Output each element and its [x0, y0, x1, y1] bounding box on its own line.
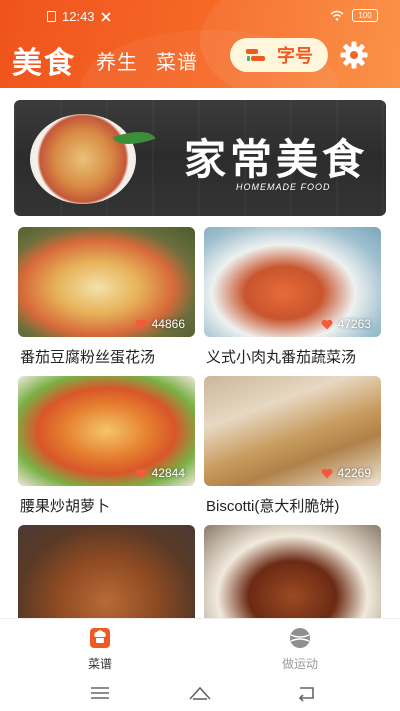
font-size-button[interactable]: 字号 — [230, 38, 328, 72]
food-bowl-image — [30, 114, 136, 204]
banner-title: 家常美食 — [184, 135, 369, 184]
font-size-icon — [246, 49, 265, 61]
settings-button[interactable] — [337, 38, 371, 72]
recipe-title[interactable]: Biscotti(意大利脆饼) — [206, 495, 383, 516]
app-screen: 12:43 100 美食 养生 菜谱 字号 家常美食 HOMEMADE FOOD… — [0, 0, 400, 711]
nav-label: 菜谱 — [87, 657, 112, 671]
menu-icon[interactable] — [88, 684, 112, 702]
font-size-label: 字号 — [277, 46, 313, 66]
like-number: 42844 — [151, 466, 185, 480]
recipe-card[interactable]: 42844 — [18, 376, 195, 486]
recipe-card[interactable] — [18, 525, 195, 618]
battery-icon: 100 — [352, 9, 378, 22]
bottom-navigation: 菜谱 做运动 — [0, 618, 400, 676]
heart-icon — [135, 468, 147, 478]
sim-card-icon — [47, 11, 56, 22]
heart-icon — [321, 468, 333, 478]
recipe-title[interactable]: 义式小肉丸番茄蔬菜汤 — [206, 346, 383, 367]
tab-health[interactable]: 养生 — [96, 46, 138, 75]
recipe-card[interactable]: 44866 — [18, 227, 195, 337]
wifi-icon — [330, 10, 344, 21]
nav-label: 做运动 — [281, 657, 318, 671]
like-count: 42844 — [135, 466, 185, 480]
tab-recipes[interactable]: 菜谱 — [156, 46, 198, 75]
like-number: 47263 — [337, 317, 371, 331]
tab-food[interactable]: 美食 — [12, 38, 76, 82]
back-icon[interactable] — [294, 684, 318, 702]
heart-icon — [135, 319, 147, 329]
recipe-title[interactable]: 腰果炒胡萝卜 — [20, 495, 197, 516]
like-count: 47263 — [321, 317, 371, 331]
recipe-feed[interactable]: 家常美食 HOMEMADE FOOD 44866 47263 番茄豆腐粉丝蛋花汤… — [0, 88, 400, 618]
battery-level: 100 — [358, 11, 372, 20]
recipe-title[interactable]: 番茄豆腐粉丝蛋花汤 — [20, 346, 197, 367]
home-icon[interactable] — [188, 684, 212, 702]
homemade-food-banner[interactable]: 家常美食 HOMEMADE FOOD — [14, 100, 386, 216]
nav-exercise[interactable]: 做运动 — [240, 627, 360, 672]
heart-icon — [321, 319, 333, 329]
mute-icon — [100, 11, 111, 22]
like-number: 44866 — [151, 317, 185, 331]
nav-recipes[interactable]: 菜谱 — [40, 627, 160, 672]
recipe-card[interactable] — [204, 525, 381, 618]
recipe-card[interactable]: 47263 — [204, 227, 381, 337]
status-time: 12:43 — [62, 9, 95, 24]
like-count: 44866 — [135, 317, 185, 331]
recipe-card[interactable]: 42269 — [204, 376, 381, 486]
app-header: 12:43 100 美食 养生 菜谱 字号 — [0, 0, 400, 88]
top-bar: 美食 养生 菜谱 字号 — [0, 30, 400, 86]
banner-subtitle: HOMEMADE FOOD — [236, 182, 331, 192]
like-number: 42269 — [337, 466, 371, 480]
system-navigation-bar — [0, 676, 400, 711]
status-bar: 12:43 100 — [0, 0, 400, 30]
chef-hat-icon — [90, 628, 110, 648]
like-count: 42269 — [321, 466, 371, 480]
ball-icon — [290, 628, 310, 648]
gear-icon — [340, 41, 368, 69]
